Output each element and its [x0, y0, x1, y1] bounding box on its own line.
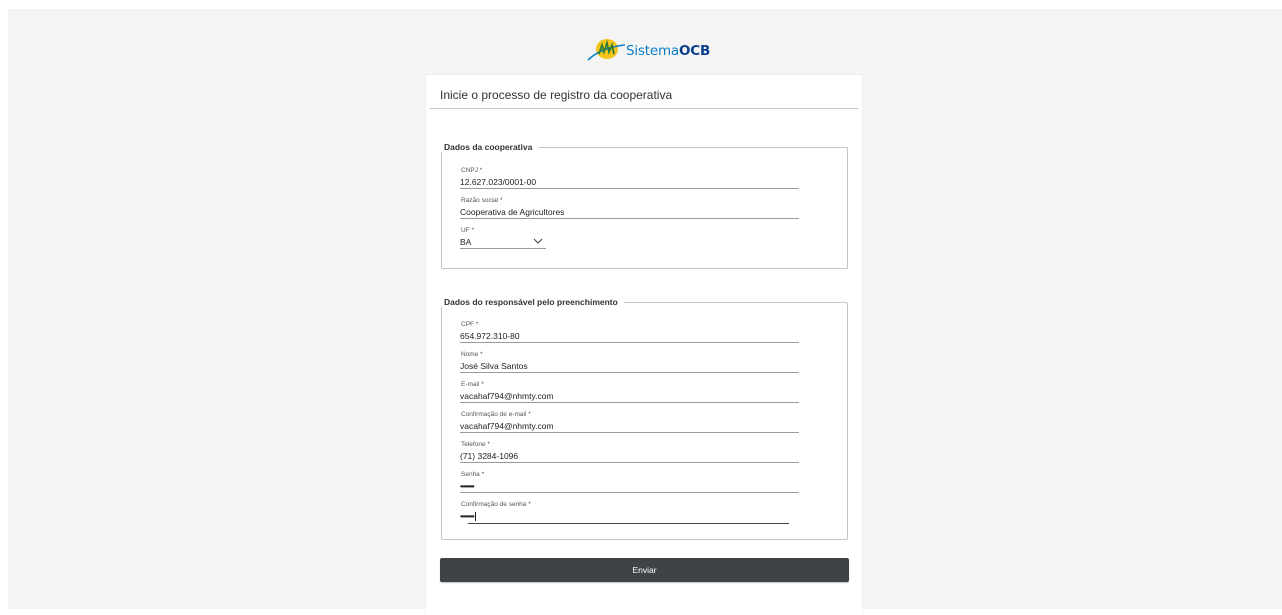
nome-input[interactable]: José Silva Santos	[460, 361, 528, 371]
card-divider	[430, 108, 858, 109]
senha-label: Senha *	[461, 471, 485, 478]
email-confirmation-input[interactable]: vacahaf794@nhmty.com	[460, 421, 554, 431]
email-input[interactable]: vacahaf794@nhmty.com	[460, 391, 554, 401]
email-confirmation-underline	[460, 432, 799, 433]
cpf-label: CPF *	[461, 321, 479, 328]
telefone-underline	[460, 462, 799, 463]
logo-text: SistemaOCB	[626, 43, 710, 59]
razao-social-underline	[460, 218, 799, 219]
logo-text-suffix: OCB	[678, 43, 711, 59]
uf-underline	[460, 248, 546, 249]
chevron-down-icon[interactable]	[533, 237, 543, 245]
senha-confirmation-value[interactable]: •••••••••	[460, 511, 477, 522]
cnpj-input[interactable]: 12.627.023/0001-00	[460, 177, 536, 187]
email-field[interactable]: E-mail * vacahaf794@nhmty.com	[460, 381, 799, 410]
senha-confirmation-field[interactable]: Confirmação de senha * •••••••••	[460, 501, 799, 530]
cnpj-underline	[460, 188, 799, 189]
senha-confirmation-input[interactable]: •••••••••	[460, 511, 475, 521]
sistema-ocb-logo: SistemaOCB	[586, 36, 710, 66]
senha-underline	[460, 492, 799, 493]
telefone-input[interactable]: (71) 3284-1096	[460, 451, 518, 461]
email-confirmation-label: Confirmação de e-mail *	[461, 411, 531, 418]
text-caret	[475, 512, 477, 522]
card-title: Inicie o processo de registro da coopera…	[440, 88, 673, 102]
cnpj-label: CNPJ *	[461, 167, 483, 174]
responsavel-fieldset: Dados do responsável pelo preenchimento …	[441, 297, 848, 540]
registration-card: Inicie o processo de registro da coopera…	[426, 75, 862, 615]
ocb-logo-icon	[587, 39, 626, 61]
senha-confirmation-active-underline	[468, 523, 789, 524]
telefone-label: Telefone *	[461, 441, 490, 448]
razao-social-field[interactable]: Razão social * Cooperativa de Agricultor…	[460, 197, 799, 226]
logo-text-prefix: Sistema	[626, 43, 679, 59]
uf-value[interactable]: BA	[460, 237, 471, 247]
uf-label: UF *	[461, 227, 474, 234]
uf-select[interactable]: UF * BA	[460, 227, 546, 256]
cpf-field[interactable]: CPF * 654.972.310-80	[460, 321, 799, 350]
enviar-button[interactable]: Enviar	[440, 558, 849, 582]
nome-label: Nome *	[461, 351, 483, 358]
senha-field[interactable]: Senha * •••••••••	[460, 471, 799, 500]
razao-social-input[interactable]: Cooperativa de Agricultores	[460, 207, 564, 217]
senha-input[interactable]: •••••••••	[460, 481, 475, 491]
cnpj-field[interactable]: CNPJ * 12.627.023/0001-00	[460, 167, 799, 196]
razao-social-label: Razão social *	[461, 197, 503, 204]
cpf-underline	[460, 342, 799, 343]
senha-confirmation-label: Confirmação de senha *	[461, 501, 531, 508]
email-confirmation-field[interactable]: Confirmação de e-mail * vacahaf794@nhmty…	[460, 411, 799, 440]
nome-field[interactable]: Nome * José Silva Santos	[460, 351, 799, 380]
cooperativa-fieldset: Dados da cooperativa CNPJ * 12.627.023/0…	[441, 142, 848, 269]
email-label: E-mail *	[461, 381, 484, 388]
cpf-input[interactable]: 654.972.310-80	[460, 331, 520, 341]
responsavel-legend: Dados do responsável pelo preenchimento	[444, 297, 618, 307]
nome-underline	[460, 372, 799, 373]
email-underline	[460, 402, 799, 403]
cooperativa-legend: Dados da cooperativa	[444, 142, 533, 152]
telefone-field[interactable]: Telefone * (71) 3284-1096	[460, 441, 799, 470]
